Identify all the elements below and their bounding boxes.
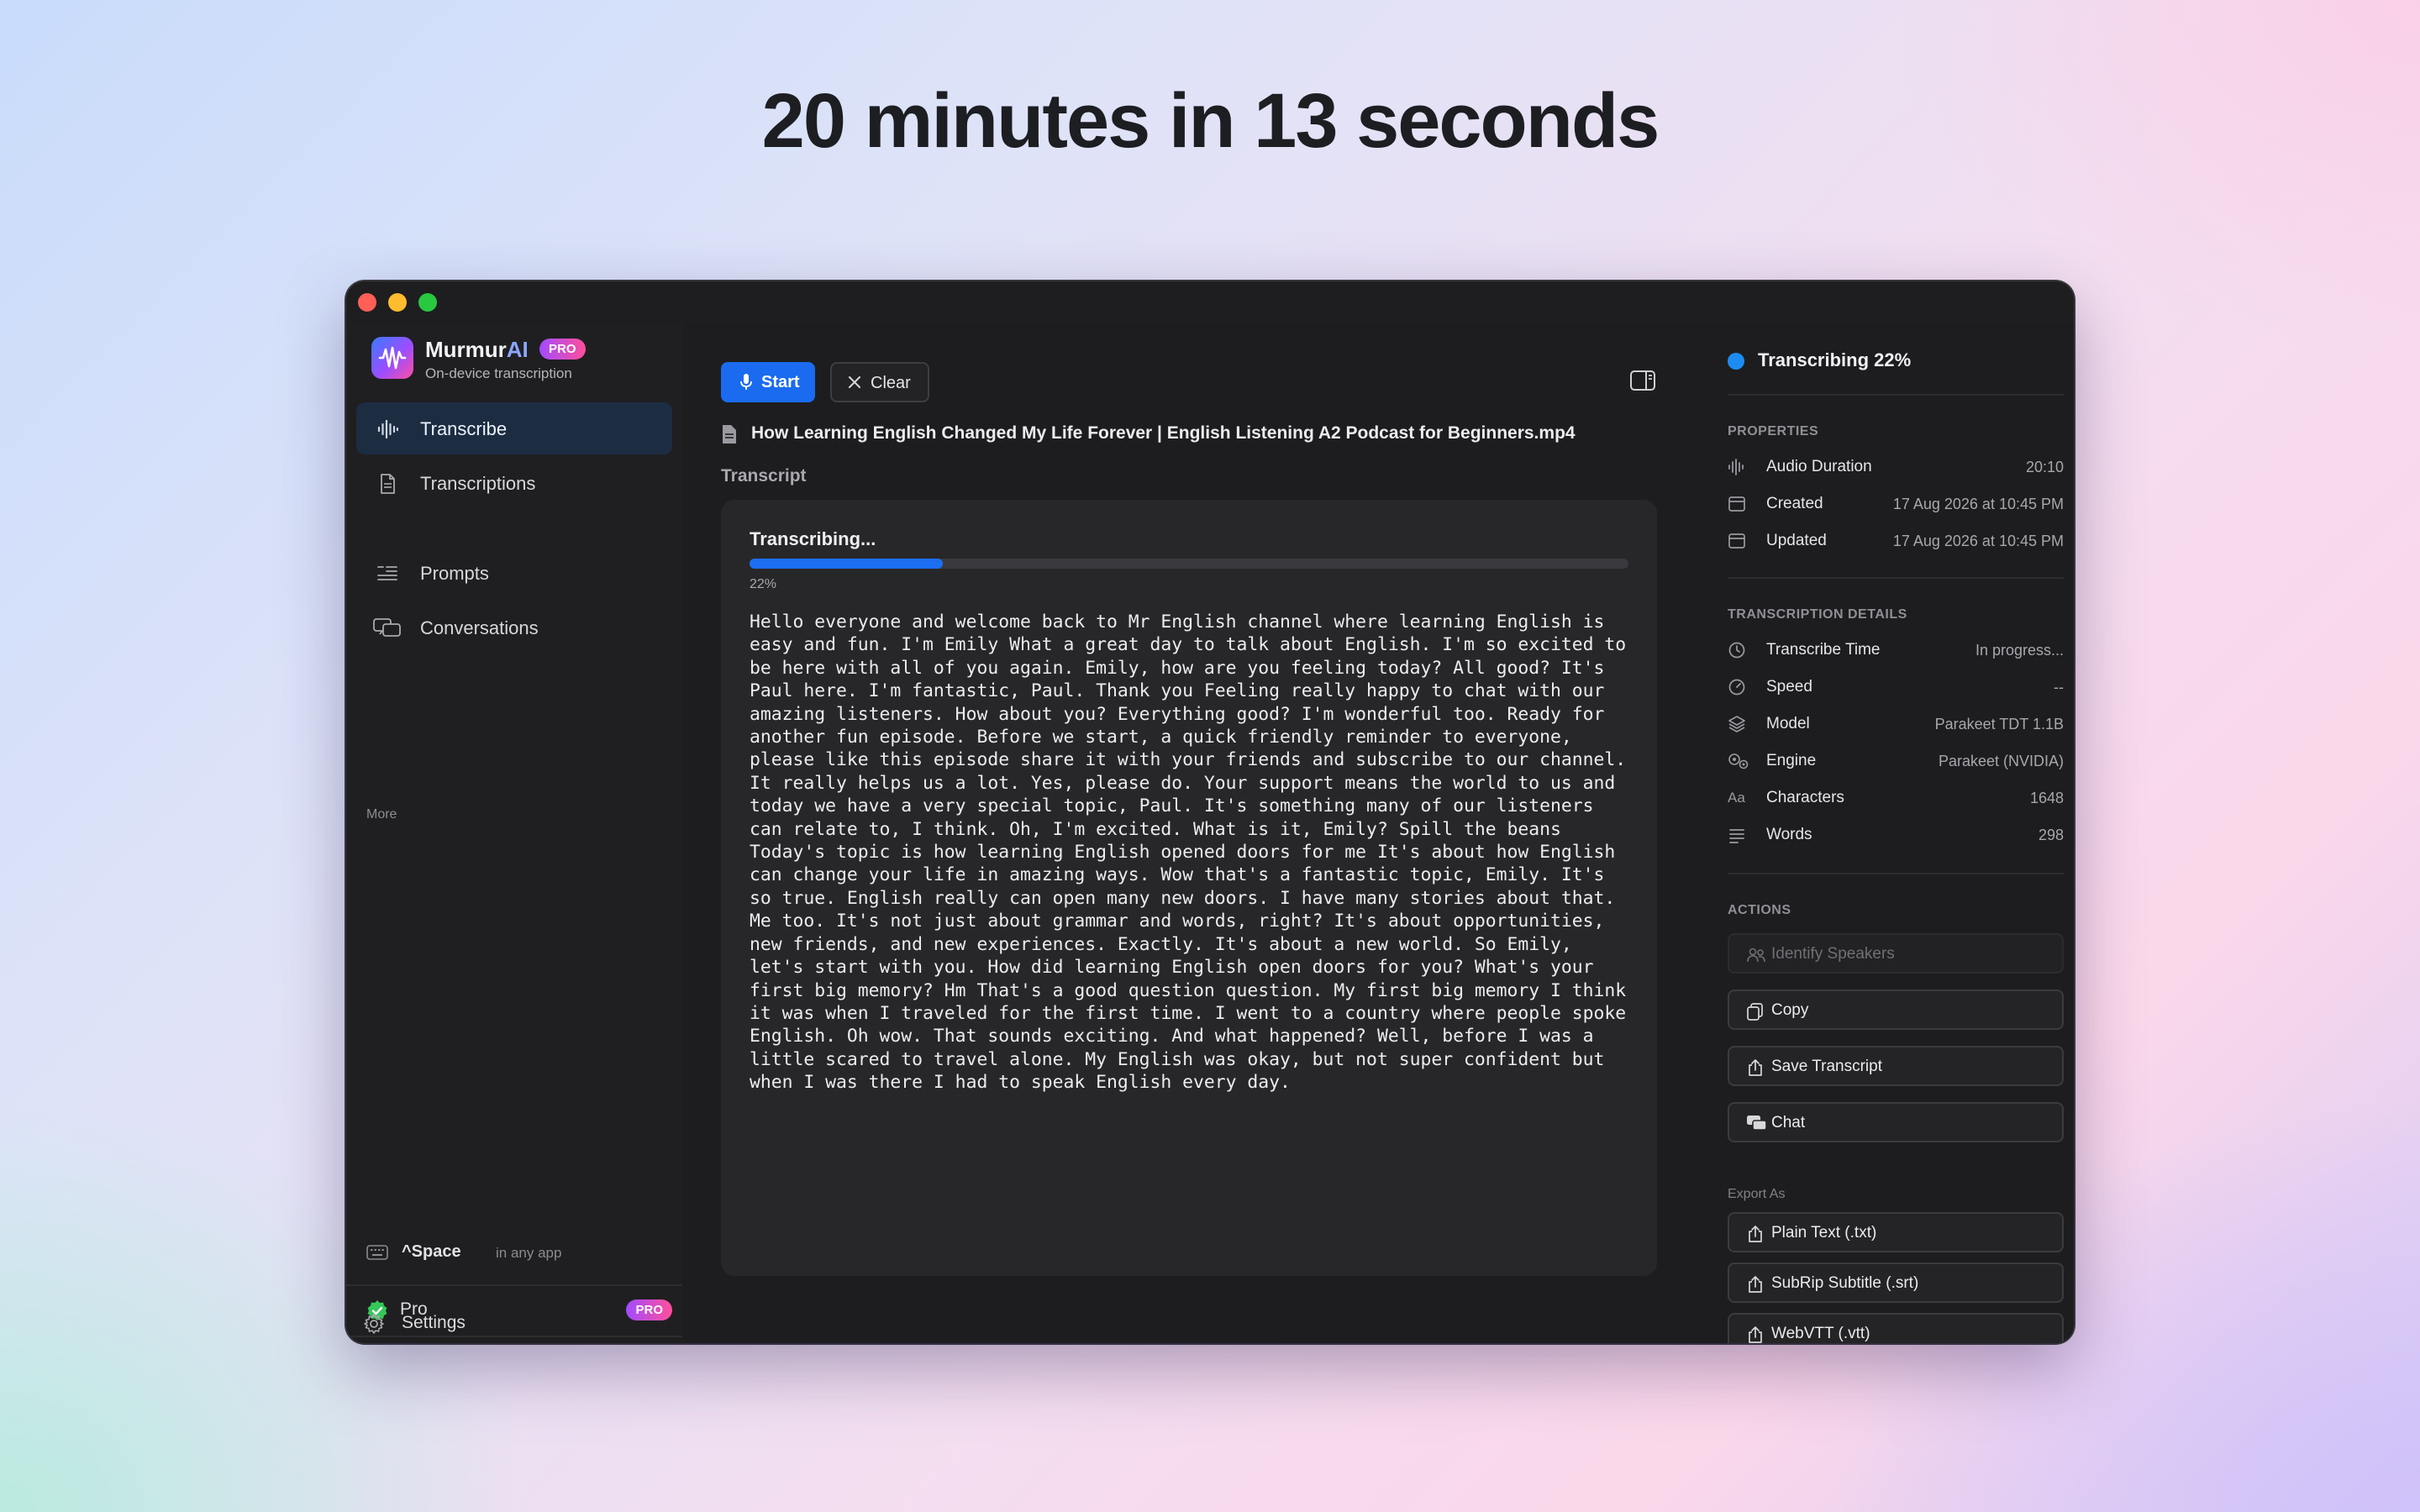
sidebar-item-label: Transcriptions [420, 473, 536, 494]
share-icon [1749, 1276, 1762, 1293]
detail-row: Speed -- [1728, 673, 2064, 701]
chat-bubbles-icon [373, 618, 401, 637]
close-icon [849, 376, 860, 388]
chat-button[interactable]: Chat [1728, 1102, 2064, 1142]
text-size-icon: Aa [1728, 790, 1745, 806]
detail-row: Words 298 [1728, 821, 2064, 849]
title-bar [346, 281, 2074, 323]
detail-row: Engine Parakeet (NVIDIA) [1728, 747, 2064, 775]
list-quote-icon [377, 566, 397, 580]
transcript-section-label: Transcript [721, 466, 807, 486]
export-vtt-button[interactable]: WebVTT (.vtt) [1728, 1313, 2064, 1343]
property-row: Created 17 Aug 2026 at 10:45 PM [1728, 490, 2064, 518]
sidebar-item-label: Transcribe [420, 418, 508, 439]
export-heading: Export As [1728, 1187, 1786, 1201]
gear-icon [364, 1314, 384, 1334]
actions-heading: ACTIONS [1728, 903, 1791, 917]
sidebar-item-transcriptions[interactable]: Transcriptions [356, 457, 672, 509]
details-heading: TRANSCRIPTION DETAILS [1728, 607, 1907, 622]
file-icon [723, 425, 736, 444]
detail-row: Model Parakeet TDT 1.1B [1728, 710, 2064, 738]
progress-bar [750, 559, 1628, 569]
progress-bar-fill [750, 559, 944, 569]
divider [346, 1284, 682, 1286]
file-name: How Learning English Changed My Life For… [751, 423, 1576, 443]
sidebar: MurmurAI PRO On-device transcription Tra… [346, 323, 682, 1343]
waveform-icon [1728, 459, 1744, 475]
app-name: MurmurAI [425, 337, 529, 362]
share-icon [1749, 1059, 1762, 1076]
identify-speakers-button[interactable]: Identify Speakers [1728, 933, 2064, 974]
gears-icon [1728, 753, 1749, 769]
headline: 20 minutes in 13 seconds [761, 78, 1660, 164]
waveform-icon [377, 419, 398, 439]
app-window: MurmurAI PRO On-device transcription Tra… [346, 281, 2074, 1343]
transcribing-status: Transcribing... [750, 528, 876, 549]
sidebar-item-label: Conversations [420, 617, 539, 638]
settings-button[interactable]: Settings [363, 1306, 669, 1340]
sidebar-section-more: More [366, 807, 397, 822]
property-row: Audio Duration 20:10 [1728, 453, 2064, 481]
detail-row: Aa Characters 1648 [1728, 789, 2064, 806]
progress-percent: 22% [750, 577, 777, 591]
calendar-icon [1728, 496, 1745, 512]
share-icon [1749, 1326, 1762, 1343]
clock-icon [1728, 642, 1745, 659]
lines-icon [1729, 829, 1744, 843]
divider [1728, 394, 2064, 396]
share-icon [1749, 1226, 1762, 1242]
chat-bubbles-icon [1747, 1116, 1767, 1131]
keyboard-icon [366, 1245, 388, 1260]
divider [1728, 873, 2064, 874]
property-row: Updated 17 Aug 2026 at 10:45 PM [1728, 527, 2064, 555]
layers-icon [1728, 716, 1745, 732]
transcript-card: Transcribing... 22% Hello everyone and w… [721, 500, 1657, 1276]
copy-button[interactable]: Copy [1728, 990, 2064, 1030]
sidebar-item-transcribe[interactable]: Transcribe [356, 402, 672, 454]
sidebar-toggle-icon[interactable] [1630, 370, 1655, 391]
export-srt-button[interactable]: SubRip Subtitle (.srt) [1728, 1263, 2064, 1303]
pro-badge: PRO [539, 339, 586, 360]
close-window-button[interactable] [358, 293, 376, 312]
calendar-icon [1728, 533, 1745, 549]
hotkey-keys: ^Space [402, 1242, 461, 1261]
copy-icon [1747, 1003, 1763, 1021]
gauge-icon [1728, 679, 1745, 696]
export-txt-button[interactable]: Plain Text (.txt) [1728, 1212, 2064, 1252]
properties-heading: PROPERTIES [1728, 424, 1819, 438]
status-dot [1728, 353, 1744, 370]
status-text: Transcribing 22% [1758, 349, 1912, 370]
hotkey-hint-text: in any app [496, 1245, 562, 1261]
minimize-window-button[interactable] [388, 293, 407, 312]
clear-button[interactable]: Clear [830, 362, 929, 402]
save-transcript-button[interactable]: Save Transcript [1728, 1046, 2064, 1086]
document-icon [381, 474, 395, 494]
transcript-text[interactable]: Hello everyone and welcome back to Mr En… [750, 611, 1632, 1095]
sidebar-item-prompts[interactable]: Prompts [356, 547, 672, 599]
app-logo-icon [371, 337, 413, 379]
details-panel: Transcribing 22% PROPERTIES Audio Durati… [1718, 323, 2074, 1343]
divider [1728, 577, 2064, 579]
settings-label: Settings [402, 1313, 466, 1332]
microphone-icon [740, 374, 752, 390]
people-icon [1747, 948, 1765, 963]
app-subtitle: On-device transcription [425, 365, 572, 381]
start-button[interactable]: Start [721, 362, 815, 402]
sidebar-item-label: Prompts [420, 563, 489, 584]
sidebar-item-conversations[interactable]: Conversations [356, 601, 672, 654]
detail-row: Transcribe Time In progress... [1728, 636, 2064, 664]
zoom-window-button[interactable] [418, 293, 437, 312]
